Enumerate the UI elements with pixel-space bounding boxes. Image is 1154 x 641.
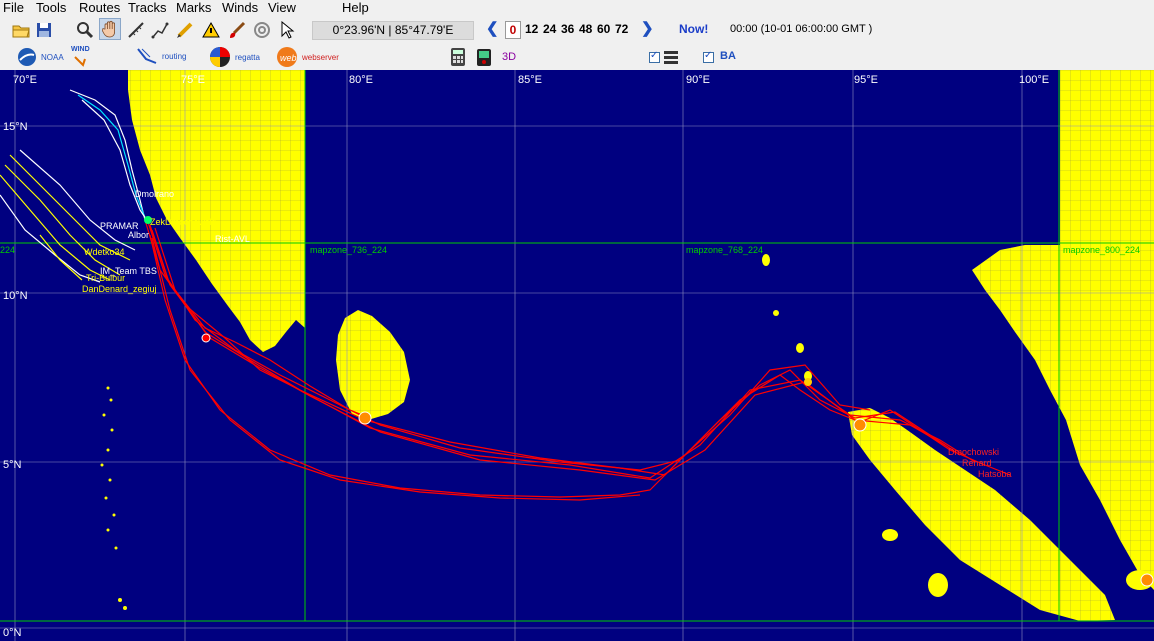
lat-label-15: 15°N <box>3 121 28 133</box>
wind-label: WIND <box>71 46 90 53</box>
secondary-toolbar: NOAA WIND routing regatta web webserver … <box>0 44 1154 70</box>
routing-button[interactable]: routing <box>136 47 186 65</box>
regatta-button[interactable]: regatta <box>209 46 260 68</box>
hour-72[interactable]: 72 <box>615 20 628 38</box>
regatta-label: regatta <box>235 52 260 62</box>
globe-icon <box>18 48 36 66</box>
menu-file[interactable]: File <box>3 0 24 15</box>
boat-label: DanDenard_zegiuj <box>82 284 157 294</box>
lon-label-90: 90°E <box>686 74 710 86</box>
wind-arrow-icon <box>74 56 86 67</box>
save-icon[interactable] <box>33 19 55 41</box>
next-step-icon[interactable]: ❯ <box>641 21 654 37</box>
boat-label: Renard <box>962 458 992 468</box>
island <box>773 310 779 316</box>
lat-label-5: 5°N <box>3 459 22 471</box>
route-icon[interactable] <box>149 19 171 41</box>
boat-label: Dmolrano <box>135 189 174 199</box>
pointer-icon[interactable] <box>276 19 298 41</box>
lon-label-75: 75°E <box>181 74 205 86</box>
nautical-chart[interactable]: 70°E 75°E 80°E 85°E 90°E 95°E 100°E 15°N… <box>0 70 1154 641</box>
lon-label-100: 100°E <box>1019 74 1049 86</box>
ruler-icon[interactable] <box>125 19 147 41</box>
island <box>928 573 948 597</box>
boat-marker[interactable] <box>358 411 372 425</box>
menu-tracks[interactable]: Tracks <box>128 0 167 15</box>
menu-bar: File Tools Routes Tracks Marks Winds Vie… <box>0 0 1154 16</box>
zone-label-768: mapzone_768_224 <box>686 245 763 255</box>
boat-marker[interactable] <box>201 333 211 343</box>
zoom-icon[interactable] <box>74 19 96 41</box>
layers-icon[interactable] <box>663 50 679 67</box>
island <box>882 529 898 541</box>
hour-0[interactable]: 0 <box>505 21 521 39</box>
ba-checkbox[interactable] <box>703 50 714 63</box>
menu-help[interactable]: Help <box>342 0 369 15</box>
svg-text:web: web <box>280 53 297 63</box>
boat-label: Dmochowski <box>948 447 999 457</box>
webserver-icon: web <box>277 47 297 67</box>
noaa-label: NOAA <box>41 52 64 62</box>
webserver-label: webserver <box>302 52 339 62</box>
menu-marks[interactable]: Marks <box>176 0 211 15</box>
menu-routes[interactable]: Routes <box>79 0 120 15</box>
menu-view[interactable]: View <box>268 0 296 15</box>
regatta-icon <box>210 47 230 67</box>
boat-label: Albor <box>128 230 149 240</box>
chart-map-view[interactable]: 70°E 75°E 80°E 85°E 90°E 95°E 100°E 15°N… <box>0 70 1154 641</box>
routing-label: routing <box>162 51 187 61</box>
ba-label: BA <box>720 50 736 62</box>
waypoint-marker[interactable] <box>804 378 812 386</box>
wind-button[interactable]: WIND <box>71 46 93 68</box>
lon-label-70: 70°E <box>13 74 37 86</box>
boat-label: Hatsoba <box>978 469 1012 479</box>
zone-label-800: mapzone_800_224 <box>1063 245 1140 255</box>
target-icon[interactable] <box>251 19 273 41</box>
time-info: 00:00 (10-01 06:00:00 GMT ) <box>730 23 873 35</box>
hand-pan-icon[interactable] <box>99 18 121 40</box>
hour-12[interactable]: 12 <box>525 20 538 38</box>
boat-label: ZekDmochowski <box>150 217 216 227</box>
hour-48[interactable]: 48 <box>579 20 592 38</box>
hour-60[interactable]: 60 <box>597 20 610 38</box>
andaman-island <box>762 254 770 266</box>
island <box>796 343 804 353</box>
routing-icon <box>137 48 157 64</box>
brush-icon[interactable] <box>226 19 248 41</box>
lat-label-0: 0°N <box>3 627 22 639</box>
boat-label: Tri-Bulbur <box>86 273 125 283</box>
lon-label-95: 95°E <box>854 74 878 86</box>
prev-step-icon[interactable]: ❮ <box>486 21 499 37</box>
layers-checkbox[interactable] <box>649 50 660 63</box>
zone-label-736: mapzone_736_224 <box>310 245 387 255</box>
menu-winds[interactable]: Winds <box>222 0 258 15</box>
gps-device-icon[interactable] <box>474 47 494 70</box>
triangle-warning-icon[interactable] <box>200 19 222 41</box>
boat-label: Wdetko34 <box>84 247 125 257</box>
boat-marker[interactable] <box>1140 573 1154 587</box>
open-folder-icon[interactable] <box>10 19 32 41</box>
webserver-button[interactable]: web webserver <box>276 46 339 68</box>
lon-label-85: 85°E <box>518 74 542 86</box>
hour-36[interactable]: 36 <box>561 20 574 38</box>
3d-button[interactable]: 3D <box>502 51 516 63</box>
zone-label-stub: 224 <box>0 245 15 255</box>
lon-label-80: 80°E <box>349 74 373 86</box>
lat-label-10: 10°N <box>3 290 28 302</box>
calculator-icon[interactable] <box>450 47 466 70</box>
boat-label: Rist-AVL <box>215 234 250 244</box>
hour-24[interactable]: 24 <box>543 20 556 38</box>
menu-tools[interactable]: Tools <box>36 0 66 15</box>
myanmar-malay-landmass <box>1060 70 1154 245</box>
main-toolbar: 0°23.96'N | 85°47.79'E ❮ 0 12 24 36 48 6… <box>0 16 1154 44</box>
coordinates-readout: 0°23.96'N | 85°47.79'E <box>312 21 474 40</box>
pencil-icon[interactable] <box>174 19 196 41</box>
noaa-button[interactable]: NOAA <box>17 47 64 67</box>
boat-marker[interactable] <box>853 418 867 432</box>
now-button[interactable]: Now! <box>679 22 708 36</box>
